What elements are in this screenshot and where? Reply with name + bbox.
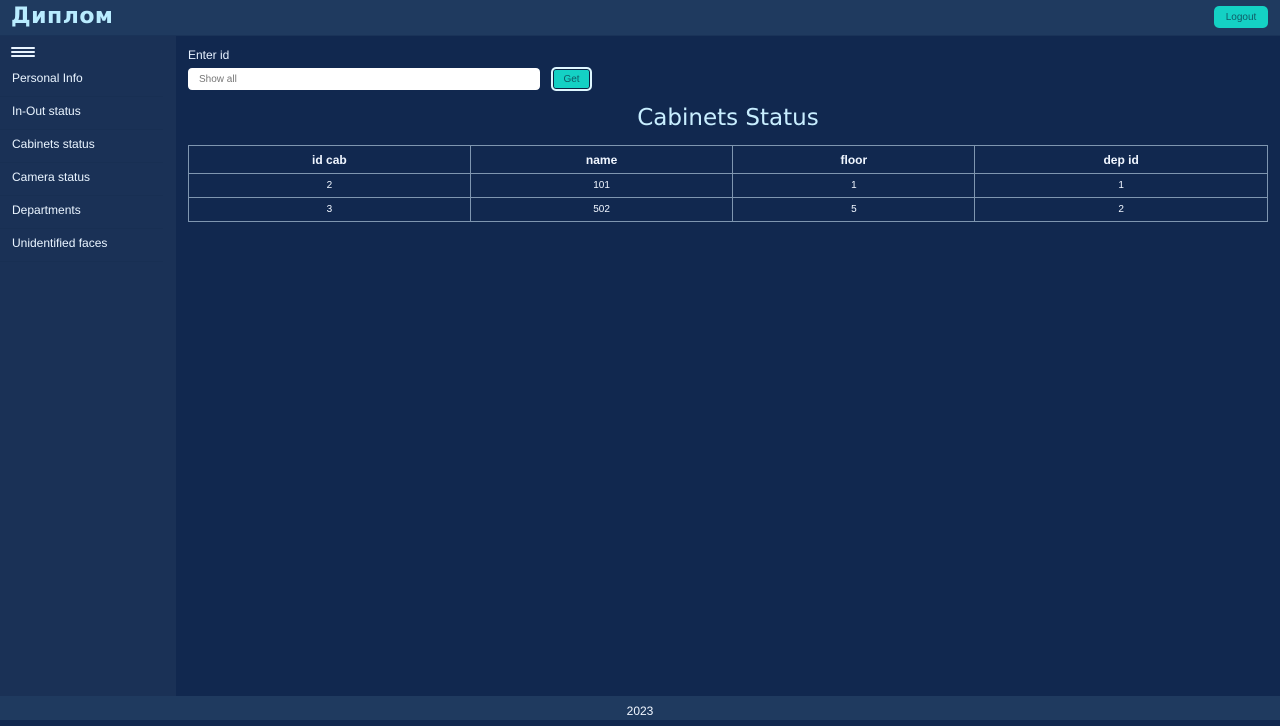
logout-button[interactable]: Logout <box>1214 6 1268 28</box>
cell-floor: 5 <box>732 197 976 222</box>
column-header-floor: floor <box>732 145 976 174</box>
sidebar-item-unidentified-faces[interactable]: Unidentified faces <box>0 229 163 262</box>
sidebar-item-departments[interactable]: Departments <box>0 196 163 229</box>
sidebar-item-cabinets-status[interactable]: Cabinets status <box>0 130 163 163</box>
column-header-dep-id: dep id <box>974 145 1268 174</box>
sidebar-item-camera-status[interactable]: Camera status <box>0 163 163 196</box>
table-header-row: id cab name floor dep id <box>188 145 1268 174</box>
cabinets-table: id cab name floor dep id 2 101 1 1 3 502… <box>188 145 1268 222</box>
footer-year: 2023 <box>626 704 654 718</box>
brand-title[interactable]: Диплом <box>11 4 113 29</box>
cell-name: 101 <box>469 173 734 198</box>
sidebar: Personal Info In-Out status Cabinets sta… <box>0 36 176 696</box>
cell-dep-id: 1 <box>974 173 1268 198</box>
sidebar-menu: Personal Info In-Out status Cabinets sta… <box>0 64 176 262</box>
column-header-id-cab: id cab <box>188 145 471 174</box>
sidebar-item-in-out-status[interactable]: In-Out status <box>0 97 163 130</box>
column-header-name: name <box>469 145 734 174</box>
page-title: Cabinets Status <box>637 105 819 131</box>
sidebar-item-personal-info[interactable]: Personal Info <box>0 64 163 97</box>
id-input[interactable] <box>188 68 540 90</box>
cell-dep-id: 2 <box>974 197 1268 222</box>
cell-id-cab: 2 <box>188 173 471 198</box>
main-content: Enter id Get Cabinets Status id cab name… <box>176 36 1280 696</box>
get-button[interactable]: Get <box>551 67 592 91</box>
cell-name: 502 <box>469 197 734 222</box>
enter-id-label: Enter id <box>188 48 230 62</box>
hamburger-menu-icon[interactable] <box>11 47 36 59</box>
table-row: 3 502 5 2 <box>188 197 1268 222</box>
cell-id-cab: 3 <box>188 197 471 222</box>
footer: 2023 <box>0 696 1280 720</box>
cabinets-table-wrapper: id cab name floor dep id 2 101 1 1 3 502… <box>188 145 1268 222</box>
cell-floor: 1 <box>732 173 976 198</box>
table-row: 2 101 1 1 <box>188 173 1268 198</box>
top-header: Диплом Logout <box>0 0 1280 36</box>
